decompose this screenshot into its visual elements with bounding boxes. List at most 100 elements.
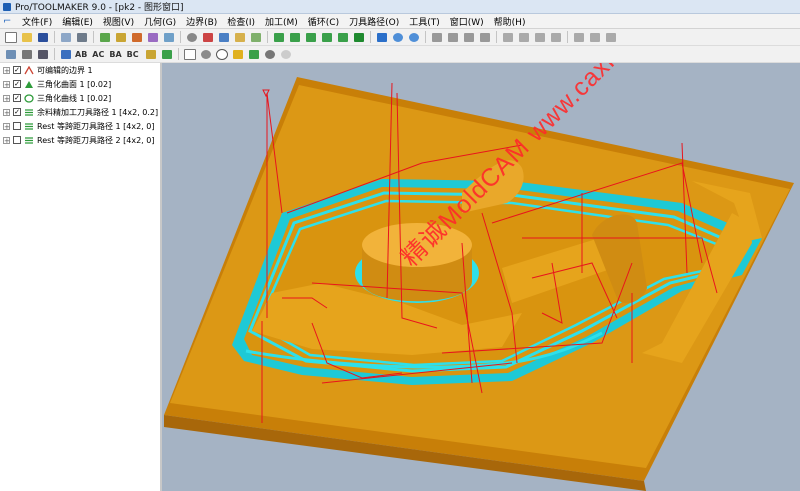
shaded-active-icon[interactable] <box>231 48 245 61</box>
save-icon[interactable] <box>36 31 50 44</box>
pan-icon[interactable] <box>375 31 389 44</box>
menu-tools[interactable]: 工具(T) <box>404 15 445 28</box>
print-preview-icon[interactable] <box>59 31 73 44</box>
menu-edit[interactable]: 编辑(E) <box>57 15 98 28</box>
window-tool-icon[interactable] <box>572 31 586 44</box>
visibility-checkbox[interactable]: ✓ <box>13 80 21 88</box>
boundary-tool-icon[interactable] <box>98 31 112 44</box>
document-icon[interactable]: ⌐ <box>3 16 13 27</box>
secondary-toolbar: AB AC BA BC <box>0 46 800 63</box>
reverse-icon[interactable] <box>144 48 158 61</box>
model-view[interactable] <box>162 63 800 491</box>
view-iso-icon[interactable] <box>352 31 366 44</box>
visibility-checkbox[interactable] <box>13 136 21 144</box>
curve-icon <box>24 93 34 103</box>
image-icon[interactable] <box>20 48 34 61</box>
select-tool-icon[interactable] <box>217 31 231 44</box>
cascade-tool-icon[interactable] <box>588 31 602 44</box>
open-folder-icon[interactable] <box>20 31 34 44</box>
table-tool-icon[interactable] <box>517 31 531 44</box>
ac-button[interactable]: AC <box>92 50 104 59</box>
wireframe-icon[interactable] <box>215 48 229 61</box>
view-right-icon[interactable] <box>320 31 334 44</box>
graph-tool-icon[interactable] <box>462 31 476 44</box>
toolbar-separator <box>267 31 268 43</box>
mesh-tool-icon[interactable] <box>162 31 176 44</box>
zoom-in-icon[interactable] <box>391 31 405 44</box>
menu-help[interactable]: 帮助(H) <box>489 15 531 28</box>
bc-button[interactable]: BC <box>127 50 139 59</box>
tile-tool-icon[interactable] <box>604 31 618 44</box>
menu-machining[interactable]: 加工(M) <box>260 15 303 28</box>
analysis-tool-icon[interactable] <box>430 31 444 44</box>
visibility-checkbox[interactable]: ✓ <box>13 94 21 102</box>
shaded-green-icon[interactable] <box>247 48 261 61</box>
tool-start-marker <box>262 89 270 98</box>
view-front-icon[interactable] <box>272 31 286 44</box>
toolpath-icon <box>24 122 34 131</box>
pen-icon[interactable] <box>160 48 174 61</box>
menu-inspect[interactable]: 检查(I) <box>222 15 260 28</box>
toolbar-separator <box>370 31 371 43</box>
tree-toggle-icon[interactable] <box>4 48 18 61</box>
view-top-icon[interactable] <box>336 31 350 44</box>
expand-icon[interactable]: + <box>3 80 10 88</box>
tree-item-triangulated-surface[interactable]: + ✓ 三角化曲面 1 [0.02] <box>0 77 160 91</box>
list-tool-icon[interactable] <box>533 31 547 44</box>
tree-item-editable-boundary[interactable]: + ✓ 可编辑的边界 1 <box>0 63 160 77</box>
tree-item-triangulated-curve[interactable]: + ✓ 三角化曲线 1 [0.02] <box>0 91 160 105</box>
expand-icon[interactable]: + <box>3 66 10 74</box>
curve-tool-icon[interactable] <box>130 31 144 44</box>
grid-tool-icon[interactable] <box>501 31 515 44</box>
view-back-icon[interactable] <box>288 31 302 44</box>
ba-button[interactable]: BA <box>109 50 121 59</box>
rotate-icon[interactable] <box>263 48 277 61</box>
visibility-checkbox[interactable]: ✓ <box>13 66 21 74</box>
expand-icon[interactable]: + <box>3 94 10 102</box>
print-icon[interactable] <box>75 31 89 44</box>
toolbar-separator <box>496 31 497 43</box>
menu-toolpath[interactable]: 刀具路径(O) <box>344 15 404 28</box>
surface-tool-icon[interactable] <box>114 31 128 44</box>
expand-icon[interactable]: + <box>3 108 10 116</box>
view-left-icon[interactable] <box>304 31 318 44</box>
menu-window[interactable]: 窗口(W) <box>445 15 489 28</box>
tree-item-label: 三角化曲线 1 [0.02] <box>37 93 112 103</box>
menu-file[interactable]: 文件(F) <box>17 15 57 28</box>
ab-button[interactable]: AB <box>75 50 87 59</box>
toolbar-separator <box>54 48 55 60</box>
menu-boundary[interactable]: 边界(B) <box>181 15 222 28</box>
toolpath-icon <box>24 108 34 117</box>
measure-tool-icon[interactable] <box>446 31 460 44</box>
tree-item-label: Rest 等跨距刀具路径 2 [4x2, 0] <box>37 135 155 145</box>
object-tree: + ✓ 可编辑的边界 1 + ✓ 三角化曲面 1 [0.02] + ✓ 三角化曲… <box>0 63 162 491</box>
graphics-viewport[interactable]: 精诚MoldCAM www.caxit.com <box>162 63 800 491</box>
report-tool-icon[interactable] <box>549 31 563 44</box>
point-tool-icon[interactable] <box>185 31 199 44</box>
menu-view[interactable]: 视图(V) <box>98 15 139 28</box>
chart-tool-icon[interactable] <box>478 31 492 44</box>
tree-item-rest-finish-toolpath[interactable]: + ✓ 余料精加工刀具路径 1 [4x2, 0.2] <box>0 105 160 119</box>
expand-icon[interactable]: + <box>3 122 10 130</box>
zoom-out-icon[interactable] <box>407 31 421 44</box>
visibility-checkbox[interactable]: ✓ <box>13 108 21 116</box>
region-tool-icon[interactable] <box>233 31 247 44</box>
toolbar-separator <box>93 31 94 43</box>
edit-tool-icon[interactable] <box>249 31 263 44</box>
toolpath-icon <box>24 136 34 145</box>
menu-cycle[interactable]: 循环(C) <box>303 15 344 28</box>
menu-geometry[interactable]: 几何(G) <box>139 15 181 28</box>
layers-icon[interactable] <box>36 48 50 61</box>
layer-tool-icon[interactable] <box>146 31 160 44</box>
shade-icon[interactable] <box>199 48 213 61</box>
ellipse-icon[interactable] <box>279 48 293 61</box>
visibility-checkbox[interactable] <box>13 122 21 130</box>
tree-item-rest-stepover-toolpath-1[interactable]: + Rest 等跨距刀具路径 1 [4x2, 0] <box>0 119 160 133</box>
tree-item-rest-stepover-toolpath-2[interactable]: + Rest 等跨距刀具路径 2 [4x2, 0] <box>0 133 160 147</box>
pick-tool-icon[interactable] <box>201 31 215 44</box>
toolbar-separator <box>425 31 426 43</box>
new-file-icon[interactable] <box>4 31 18 44</box>
expand-icon[interactable]: + <box>3 136 10 144</box>
properties-icon[interactable] <box>183 48 197 61</box>
transform-icon[interactable] <box>59 48 73 61</box>
